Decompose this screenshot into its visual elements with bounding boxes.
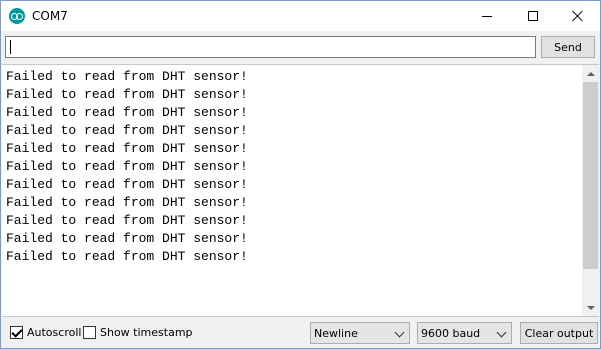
output-lines: Failed to read from DHT sensor! Failed to… <box>6 68 248 266</box>
autoscroll-label: Autoscroll <box>27 326 82 339</box>
output-line: Failed to read from DHT sensor! <box>6 177 248 192</box>
serial-input[interactable] <box>5 36 536 58</box>
timestamp-label: Show timestamp <box>100 326 193 339</box>
arrow-down-icon <box>586 305 595 310</box>
close-button[interactable] <box>555 1 601 31</box>
serial-monitor-window: COM7 Send Failed to read from DHT sensor… <box>0 0 601 349</box>
output-line: Failed to read from DHT sensor! <box>6 69 248 84</box>
autoscroll-option[interactable]: Autoscroll <box>10 326 81 339</box>
serial-output[interactable]: Failed to read from DHT sensor! Failed to… <box>2 64 599 317</box>
autoscroll-checkbox[interactable] <box>10 326 23 339</box>
arrow-up-icon <box>586 71 595 76</box>
bottom-bar: Autoscroll Show timestamp Newline 9600 b… <box>1 318 600 348</box>
scroll-up-button[interactable] <box>582 65 599 82</box>
output-line: Failed to read from DHT sensor! <box>6 123 248 138</box>
line-ending-select[interactable]: Newline <box>310 322 410 344</box>
timestamp-checkbox[interactable] <box>83 326 96 339</box>
send-button[interactable]: Send <box>541 36 595 58</box>
send-row: Send <box>1 31 600 63</box>
window-title: COM7 <box>32 9 68 23</box>
baud-rate-value: 9600 baud <box>421 326 481 340</box>
scroll-thumb[interactable] <box>583 82 598 269</box>
line-ending-value: Newline <box>314 326 358 340</box>
text-caret <box>10 40 11 54</box>
output-line: Failed to read from DHT sensor! <box>6 231 248 246</box>
maximize-button[interactable] <box>510 1 556 31</box>
chevron-down-icon <box>496 327 507 338</box>
arduino-icon <box>9 8 25 24</box>
title-bar: COM7 <box>1 1 600 31</box>
maximize-icon <box>528 11 538 21</box>
chevron-down-icon <box>394 327 405 338</box>
clear-output-button[interactable]: Clear output <box>520 322 598 344</box>
close-icon <box>572 10 584 22</box>
output-line: Failed to read from DHT sensor! <box>6 195 248 210</box>
output-line: Failed to read from DHT sensor! <box>6 105 248 120</box>
timestamp-option[interactable]: Show timestamp <box>83 326 193 339</box>
scroll-down-button[interactable] <box>582 299 599 316</box>
output-line: Failed to read from DHT sensor! <box>6 87 248 102</box>
output-line: Failed to read from DHT sensor! <box>6 249 248 264</box>
minimize-button[interactable] <box>464 1 510 31</box>
output-line: Failed to read from DHT sensor! <box>6 141 248 156</box>
baud-rate-select[interactable]: 9600 baud <box>417 322 512 344</box>
output-line: Failed to read from DHT sensor! <box>6 213 248 228</box>
vertical-scrollbar[interactable] <box>582 65 599 316</box>
minimize-icon <box>482 15 492 17</box>
output-line: Failed to read from DHT sensor! <box>6 159 248 174</box>
